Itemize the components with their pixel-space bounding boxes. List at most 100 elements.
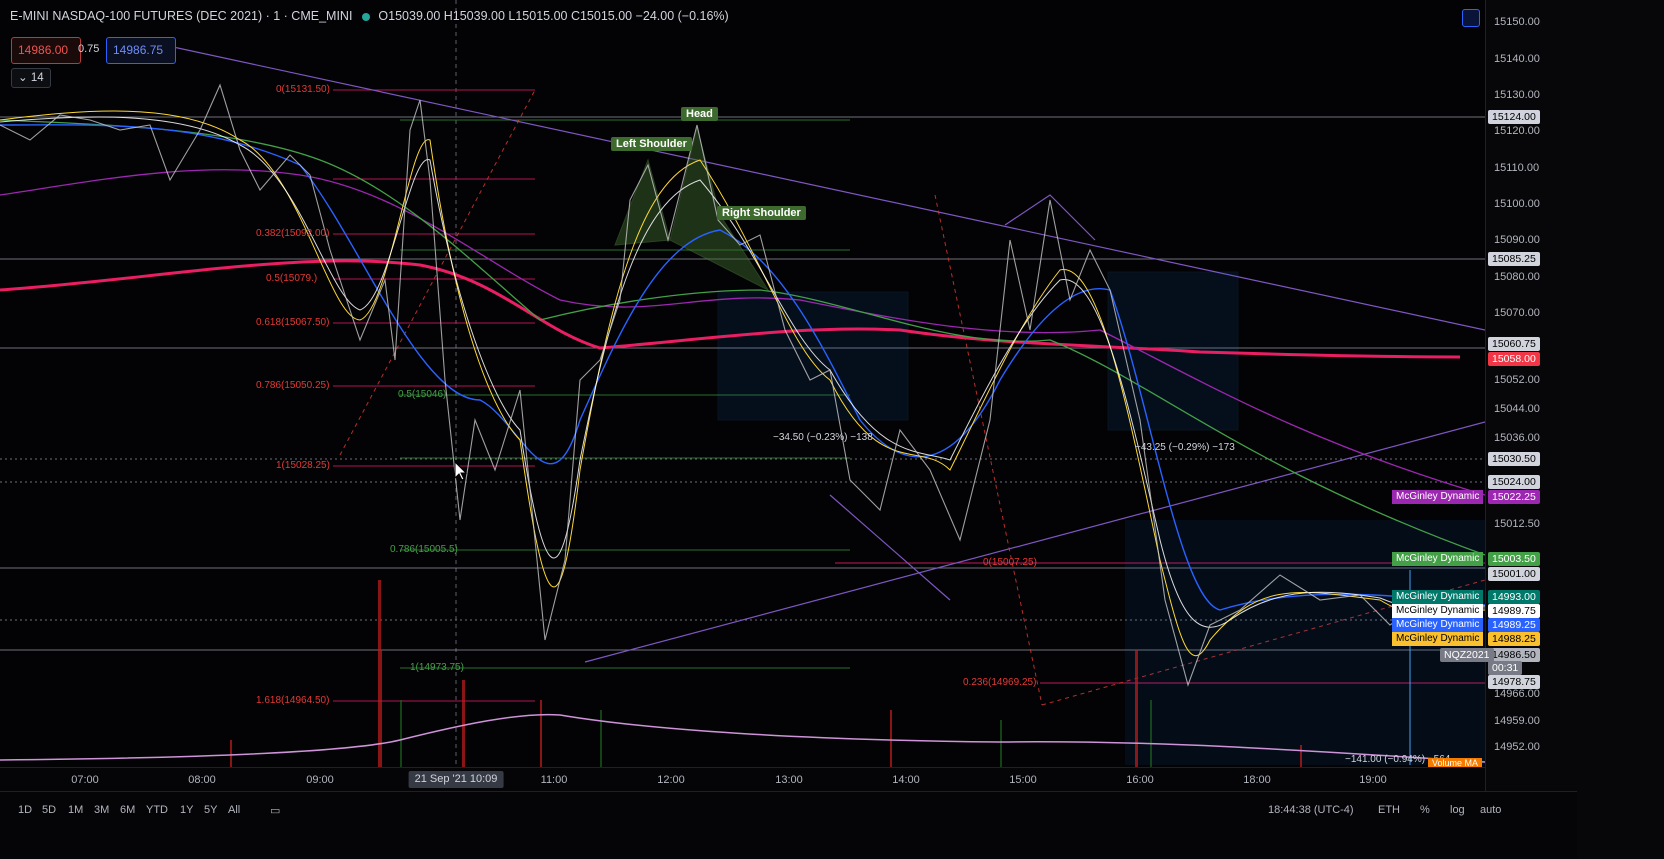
buy-button[interactable]: 14986.75: [106, 37, 176, 64]
time-tick: 13:00: [775, 774, 803, 786]
mcginley-label: McGinley Dynamic: [1392, 590, 1484, 604]
log-toggle[interactable]: log: [1450, 804, 1465, 816]
price-label: 15085.25: [1488, 252, 1540, 266]
time-axis[interactable]: 07:00 08:00 09:00 21 Sep '21 10:09 11:00…: [0, 767, 1485, 792]
price-tick: 15012.50: [1494, 518, 1540, 530]
fib-label: 0.786(15005.5): [390, 544, 458, 555]
period-6m-button[interactable]: 6M: [120, 804, 135, 816]
indicator-count: 14: [30, 72, 44, 84]
price-tick: 14959.00: [1494, 715, 1540, 727]
time-tick: 09:00: [306, 774, 334, 786]
time-tick: 19:00: [1359, 774, 1387, 786]
date-range-icon[interactable]: ▭: [270, 804, 280, 817]
mcginley-label: McGinley Dynamic: [1392, 632, 1484, 646]
percent-toggle[interactable]: %: [1420, 804, 1430, 816]
market-status-icon: [362, 12, 371, 21]
measure-label: −43.25 (−0.29%) −173: [1135, 442, 1235, 453]
time-tick: 08:00: [188, 774, 216, 786]
fib-label: 1(14973.75): [410, 662, 464, 673]
period-1m-button[interactable]: 1M: [68, 804, 83, 816]
head-label[interactable]: Head: [681, 107, 718, 121]
price-axis[interactable]: 15150.00 15140.00 15130.00 15120.00 1511…: [1440, 0, 1578, 828]
fib-label: 0.382(15092.00): [256, 228, 330, 239]
sell-button[interactable]: 14986.00: [11, 37, 81, 64]
fib-label: 0.786(15050.25): [256, 380, 330, 391]
left-shoulder-label[interactable]: Left Shoulder: [611, 137, 692, 151]
price-label: 14988.25: [1488, 632, 1540, 646]
indicators-toggle-button[interactable]: ⌄ 14: [11, 68, 51, 88]
price-label: 15024.00: [1488, 475, 1540, 489]
period-all-button[interactable]: All: [228, 804, 240, 816]
fib-label: 1(15028.25): [276, 460, 330, 471]
price-label: 15003.50: [1488, 552, 1540, 566]
fib-label: 0(15007.25): [983, 557, 1037, 568]
mcginley-label: McGinley Dynamic: [1392, 618, 1484, 632]
price-tick: 15120.00: [1494, 125, 1540, 137]
period-ytd-button[interactable]: YTD: [146, 804, 168, 816]
chevron-down-icon: ⌄: [18, 72, 31, 84]
price-label: 14986.50: [1488, 648, 1540, 662]
settings-icon[interactable]: [1462, 9, 1480, 27]
symbol-legend[interactable]: E-MINI NASDAQ-100 FUTURES (DEC 2021) · 1…: [10, 9, 729, 23]
price-label: 15124.00: [1488, 110, 1540, 124]
time-tick: 15:00: [1009, 774, 1037, 786]
right-panel-strip: [1577, 0, 1664, 859]
bottom-toolbar: 1D 5D 1M 3M 6M YTD 1Y 5Y All ▭ 18:44:38 …: [0, 791, 1577, 829]
auto-toggle[interactable]: auto: [1480, 804, 1501, 816]
fib-label: 0(15131.50): [276, 84, 330, 95]
time-tick: 18:00: [1243, 774, 1271, 786]
price-tick: 15150.00: [1494, 16, 1540, 28]
right-shoulder-label[interactable]: Right Shoulder: [717, 206, 806, 220]
session-button[interactable]: ETH: [1378, 804, 1400, 816]
price-tick: 14952.00: [1494, 741, 1540, 753]
fib-label: 1.618(14964.50): [256, 695, 330, 706]
price-tick: 15036.00: [1494, 432, 1540, 444]
crosshair-date-label: 21 Sep '21 10:09: [408, 771, 504, 788]
ohlc-values: O15039.00 H15039.00 L15015.00 C15015.00 …: [378, 9, 729, 23]
chart-window: E-MINI NASDAQ-100 FUTURES (DEC 2021) · 1…: [0, 0, 1664, 859]
price-label: 14978.75: [1488, 675, 1540, 689]
period-5y-button[interactable]: 5Y: [204, 804, 217, 816]
fib-label: 0.5(15079.): [266, 273, 318, 284]
chart-drawing[interactable]: [0, 0, 1485, 767]
period-1y-button[interactable]: 1Y: [180, 804, 193, 816]
price-label: 15022.25: [1488, 490, 1540, 504]
clock-display[interactable]: 18:44:38 (UTC-4): [1268, 804, 1354, 816]
period-1d-button[interactable]: 1D: [18, 804, 32, 816]
price-tick: 15140.00: [1494, 53, 1540, 65]
price-label: 14989.75: [1488, 604, 1540, 618]
price-label: 15060.75: [1488, 337, 1540, 351]
mcginley-label: McGinley Dynamic: [1392, 604, 1484, 618]
price-tick: 14966.00: [1494, 688, 1540, 700]
price-tick: 15110.00: [1494, 162, 1540, 174]
price-tick: 15044.00: [1494, 403, 1540, 415]
time-tick: 16:00: [1126, 774, 1154, 786]
spread-value: 0.75: [78, 43, 100, 55]
price-label: 14989.25: [1488, 618, 1540, 632]
period-3m-button[interactable]: 3M: [94, 804, 109, 816]
price-tick: 15080.00: [1494, 271, 1540, 283]
symbol-title[interactable]: E-MINI NASDAQ-100 FUTURES (DEC 2021) · 1…: [10, 9, 352, 23]
symbol-price-label: NQZ2021: [1440, 648, 1494, 662]
mouse-cursor-icon: [454, 460, 467, 481]
price-tick: 15130.00: [1494, 89, 1540, 101]
price-label: 15058.00: [1488, 352, 1540, 366]
chart-pane[interactable]: E-MINI NASDAQ-100 FUTURES (DEC 2021) · 1…: [0, 0, 1578, 828]
price-tick: 15090.00: [1494, 234, 1540, 246]
time-tick: 11:00: [540, 774, 568, 786]
price-tick: 15100.00: [1494, 198, 1540, 210]
price-label: 15001.00: [1488, 567, 1540, 581]
fib-label: 0.236(14969.25): [963, 677, 1037, 688]
fib-label: 0.618(15067.50): [256, 317, 330, 328]
mcginley-label: McGinley Dynamic: [1392, 552, 1484, 566]
fib-label: 0.5(15046): [398, 389, 447, 400]
period-5d-button[interactable]: 5D: [42, 804, 56, 816]
time-tick: 14:00: [892, 774, 920, 786]
measure-label: −34.50 (−0.23%) −138: [773, 432, 873, 443]
time-tick: 12:00: [657, 774, 685, 786]
price-tick: 15052.00: [1494, 374, 1540, 386]
price-label: 15030.50: [1488, 452, 1540, 466]
countdown-label: 00:31: [1488, 661, 1523, 675]
price-tick: 15070.00: [1494, 307, 1540, 319]
time-tick: 07:00: [71, 774, 99, 786]
